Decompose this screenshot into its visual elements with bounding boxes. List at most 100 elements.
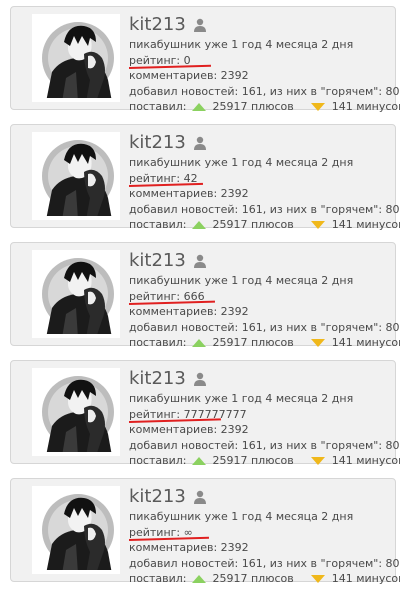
minuses-count: 141 минусов <box>331 454 400 467</box>
user-icon <box>193 253 207 268</box>
minus-triangle-icon <box>311 221 326 229</box>
comments-line: комментариев: 2392 <box>129 422 395 438</box>
pluses-count: 25917 плюсов <box>212 100 294 113</box>
news-line: добавил новостей: 161, из них в "горячем… <box>129 320 400 334</box>
comments-line: комментариев: 2392 <box>129 304 395 320</box>
anime-couple-avatar-icon <box>32 132 120 220</box>
minus-triangle-icon <box>311 339 326 347</box>
avatar[interactable] <box>32 368 120 456</box>
voted-label: поставил: <box>129 218 187 231</box>
plus-triangle-icon <box>192 221 206 229</box>
comments-label: комментариев: <box>129 187 218 200</box>
rating-line: рейтинг: ∞ <box>128 525 395 541</box>
votes-line: поставил: 25917 плюсов 141 минусов <box>129 217 400 233</box>
anime-couple-avatar-icon <box>32 368 120 456</box>
votes-line: поставил: 25917 плюсов 141 минусов <box>129 99 400 115</box>
voted-label: поставил: <box>129 454 187 467</box>
rating-label: рейтинг: <box>129 171 181 185</box>
rating-label: рейтинг: <box>129 53 181 67</box>
name-row: kit213 <box>129 483 395 509</box>
news-line: добавил новостей: 161, из них в "горячем… <box>129 556 400 570</box>
profile-card: kit213 пикабушник уже 1 год 4 месяца 2 д… <box>10 478 400 585</box>
rating-label: рейтинг: <box>129 407 181 421</box>
user-icon <box>193 17 207 32</box>
minuses-count: 141 минусов <box>331 572 400 585</box>
plus-triangle-icon <box>192 339 206 347</box>
user-icon <box>193 489 207 504</box>
minus-triangle-icon <box>311 575 326 583</box>
comments-label: комментариев: <box>129 305 218 318</box>
minuses-count: 141 минусов <box>331 336 400 349</box>
username-link[interactable]: kit213 <box>129 14 186 35</box>
anime-couple-avatar-icon <box>32 250 120 338</box>
profile-card: kit213 пикабушник уже 1 год 4 месяца 2 д… <box>10 242 400 349</box>
voted-label: поставил: <box>129 336 187 349</box>
account-age: пикабушник уже 1 год 4 месяца 2 дня <box>129 510 354 523</box>
pluses-count: 25917 плюсов <box>212 336 294 349</box>
pluses-count: 25917 плюсов <box>212 454 294 467</box>
minuses-count: 141 минусов <box>331 218 400 231</box>
avatar[interactable] <box>32 250 120 338</box>
comments-value: 2392 <box>220 541 249 554</box>
comments-value: 2392 <box>220 187 249 200</box>
comments-line: комментариев: 2392 <box>129 186 395 202</box>
anime-couple-avatar-icon <box>32 14 120 102</box>
profile-card: kit213 пикабушник уже 1 год 4 месяца 2 д… <box>10 6 400 113</box>
anime-couple-avatar-icon <box>32 486 120 574</box>
username-link[interactable]: kit213 <box>129 486 186 507</box>
voted-label: поставил: <box>129 572 187 585</box>
pluses-count: 25917 плюсов <box>212 218 294 231</box>
news-line: добавил новостей: 161, из них в "горячем… <box>129 84 400 98</box>
comments-label: комментариев: <box>129 423 218 436</box>
profile-card: kit213 пикабушник уже 1 год 4 месяца 2 д… <box>10 360 400 467</box>
rating-line: рейтинг: 42 <box>128 171 395 187</box>
profile-info: kit213 пикабушник уже 1 год 4 месяца 2 д… <box>128 247 400 351</box>
username-link[interactable]: kit213 <box>129 132 186 153</box>
avatar[interactable] <box>32 132 120 220</box>
comments-value: 2392 <box>220 69 249 82</box>
name-row: kit213 <box>129 11 395 37</box>
account-age: пикабушник уже 1 год 4 месяца 2 дня <box>129 156 354 169</box>
comments-value: 2392 <box>220 305 249 318</box>
account-age: пикабушник уже 1 год 4 месяца 2 дня <box>129 392 354 405</box>
votes-line: поставил: 25917 плюсов 141 минусов <box>129 335 400 351</box>
comments-label: комментариев: <box>129 69 218 82</box>
account-age: пикабушник уже 1 год 4 месяца 2 дня <box>129 38 354 51</box>
account-age: пикабушник уже 1 год 4 месяца 2 дня <box>129 274 354 287</box>
profile-card: kit213 пикабушник уже 1 год 4 месяца 2 д… <box>10 124 400 231</box>
comments-line: комментариев: 2392 <box>129 540 395 556</box>
rating-label: рейтинг: <box>129 289 181 303</box>
name-row: kit213 <box>129 247 395 273</box>
username-link[interactable]: kit213 <box>129 250 186 271</box>
rating-line: рейтинг: 0 <box>128 53 395 69</box>
plus-triangle-icon <box>192 103 206 111</box>
votes-line: поставил: 25917 плюсов 141 минусов <box>129 571 400 587</box>
name-row: kit213 <box>129 365 395 391</box>
profile-info: kit213 пикабушник уже 1 год 4 месяца 2 д… <box>128 365 400 469</box>
name-row: kit213 <box>129 129 395 155</box>
user-icon <box>193 371 207 386</box>
profile-info: kit213 пикабушник уже 1 год 4 месяца 2 д… <box>128 11 400 115</box>
news-line: добавил новостей: 161, из них в "горячем… <box>129 202 400 216</box>
avatar[interactable] <box>32 486 120 574</box>
minuses-count: 141 минусов <box>331 100 400 113</box>
rating-line: рейтинг: 777777777 <box>128 407 395 423</box>
minus-triangle-icon <box>311 457 326 465</box>
username-link[interactable]: kit213 <box>129 368 186 389</box>
news-line: добавил новостей: 161, из них в "горячем… <box>129 438 400 452</box>
plus-triangle-icon <box>192 575 206 583</box>
comments-value: 2392 <box>220 423 249 436</box>
votes-line: поставил: 25917 плюсов 141 минусов <box>129 453 400 469</box>
user-icon <box>193 135 207 150</box>
profile-info: kit213 пикабушник уже 1 год 4 месяца 2 д… <box>128 483 400 587</box>
minus-triangle-icon <box>311 103 326 111</box>
rating-line: рейтинг: 666 <box>128 289 395 305</box>
plus-triangle-icon <box>192 457 206 465</box>
pluses-count: 25917 плюсов <box>212 572 294 585</box>
comments-label: комментариев: <box>129 541 218 554</box>
comments-line: комментариев: 2392 <box>129 68 395 84</box>
avatar[interactable] <box>32 14 120 102</box>
rating-label: рейтинг: <box>129 525 181 539</box>
voted-label: поставил: <box>129 100 187 113</box>
profile-info: kit213 пикабушник уже 1 год 4 месяца 2 д… <box>128 129 400 233</box>
